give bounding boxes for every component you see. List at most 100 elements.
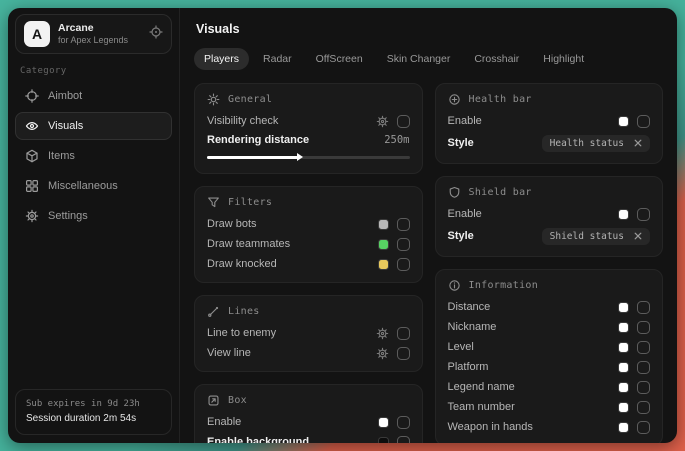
color-swatch[interactable] bbox=[618, 322, 629, 333]
row-label: Enable background bbox=[207, 436, 309, 443]
nickname-checkbox[interactable] bbox=[637, 321, 650, 334]
tab-crosshair[interactable]: Crosshair bbox=[464, 48, 529, 70]
rendering-distance-slider[interactable] bbox=[207, 156, 410, 159]
row-label: Line to enemy bbox=[207, 327, 276, 339]
draw-bots-checkbox[interactable] bbox=[397, 218, 410, 231]
shield-enable-row: Enable bbox=[448, 204, 651, 224]
legend-name-row: Legend name bbox=[448, 377, 651, 397]
tab-offscreen[interactable]: OffScreen bbox=[306, 48, 373, 70]
color-swatch[interactable] bbox=[618, 302, 629, 313]
color-swatch[interactable] bbox=[378, 417, 389, 428]
health-style-row: Style Health status bbox=[448, 131, 651, 155]
color-swatch[interactable] bbox=[618, 382, 629, 393]
sidebar-item-visuals[interactable]: Visuals bbox=[15, 112, 172, 140]
row-label: Enable bbox=[448, 208, 482, 220]
health-enable-row: Enable bbox=[448, 111, 651, 131]
color-swatch[interactable] bbox=[618, 116, 629, 127]
row-label: Draw knocked bbox=[207, 258, 277, 270]
app-subtitle: for Apex Legends bbox=[58, 35, 128, 46]
app-logo: A bbox=[24, 21, 50, 47]
row-label: Enable bbox=[448, 115, 482, 127]
draw-bots-row: Draw bots bbox=[207, 214, 410, 234]
info-icon bbox=[448, 279, 461, 292]
color-swatch[interactable] bbox=[618, 362, 629, 373]
color-swatch[interactable] bbox=[378, 437, 389, 444]
settings-gear-icon[interactable] bbox=[376, 327, 389, 340]
page-title: Visuals bbox=[196, 22, 661, 36]
session-info-box: Sub expires in 9d 23h Session duration 2… bbox=[15, 389, 172, 436]
close-icon[interactable] bbox=[634, 139, 642, 147]
platform-checkbox[interactable] bbox=[637, 361, 650, 374]
shield-style-select[interactable]: Shield status bbox=[542, 228, 650, 245]
color-swatch[interactable] bbox=[618, 209, 629, 220]
section-title: Health bar bbox=[469, 94, 532, 105]
weapon-in-hands-row: Weapon in hands bbox=[448, 417, 651, 437]
row-label: Team number bbox=[448, 401, 515, 413]
draw-knocked-checkbox[interactable] bbox=[397, 258, 410, 271]
tab-players[interactable]: Players bbox=[194, 48, 249, 70]
weapon-in-hands-checkbox[interactable] bbox=[637, 421, 650, 434]
shield-enable-checkbox[interactable] bbox=[637, 208, 650, 221]
shield-style-row: Style Shield status bbox=[448, 224, 651, 248]
settings-gear-icon[interactable] bbox=[376, 347, 389, 360]
sidebar-item-label: Miscellaneous bbox=[48, 180, 118, 192]
team-number-row: Team number bbox=[448, 397, 651, 417]
close-icon[interactable] bbox=[634, 232, 642, 240]
cube-icon bbox=[25, 149, 39, 163]
box-enable-background-checkbox[interactable] bbox=[397, 436, 410, 444]
section-title: General bbox=[228, 94, 272, 105]
shield-icon bbox=[448, 186, 461, 199]
section-title: Filters bbox=[228, 197, 272, 208]
sidebar-item-label: Visuals bbox=[48, 120, 83, 132]
tab-highlight[interactable]: Highlight bbox=[533, 48, 594, 70]
distance-checkbox[interactable] bbox=[637, 301, 650, 314]
color-swatch[interactable] bbox=[618, 402, 629, 413]
sidebar-item-miscellaneous[interactable]: Miscellaneous bbox=[15, 172, 172, 200]
app-logo-card: A Arcane for Apex Legends bbox=[15, 14, 172, 54]
line-to-enemy-row: Line to enemy bbox=[207, 323, 410, 343]
settings-gear-icon[interactable] bbox=[376, 115, 389, 128]
sidebar-item-aimbot[interactable]: Aimbot bbox=[15, 82, 172, 110]
row-label: Visibility check bbox=[207, 115, 278, 127]
section-title: Lines bbox=[228, 306, 260, 317]
row-label: Nickname bbox=[448, 321, 497, 333]
target-icon[interactable] bbox=[149, 25, 163, 44]
color-swatch[interactable] bbox=[378, 219, 389, 230]
line-to-enemy-checkbox[interactable] bbox=[397, 327, 410, 340]
health-style-select[interactable]: Health status bbox=[542, 135, 650, 152]
legend-name-checkbox[interactable] bbox=[637, 381, 650, 394]
view-line-checkbox[interactable] bbox=[397, 347, 410, 360]
sidebar-item-settings[interactable]: Settings bbox=[15, 202, 172, 230]
session-duration-text: Session duration 2m 54s bbox=[26, 411, 161, 426]
funnel-icon bbox=[207, 196, 220, 209]
shield-bar-card: Shield bar Enable Style Shield status bbox=[435, 176, 664, 257]
row-label: Draw teammates bbox=[207, 238, 290, 250]
box-enable-checkbox[interactable] bbox=[397, 416, 410, 429]
draw-teammates-checkbox[interactable] bbox=[397, 238, 410, 251]
sidebar-item-items[interactable]: Items bbox=[15, 142, 172, 170]
color-swatch[interactable] bbox=[378, 259, 389, 270]
level-checkbox[interactable] bbox=[637, 341, 650, 354]
lines-card: Lines Line to enemy View line bbox=[194, 295, 423, 372]
sidebar-item-label: Settings bbox=[48, 210, 88, 222]
sub-expires-text: Sub expires in 9d 23h bbox=[26, 398, 161, 412]
visibility-check-checkbox[interactable] bbox=[397, 115, 410, 128]
health-enable-checkbox[interactable] bbox=[637, 115, 650, 128]
row-label: View line bbox=[207, 347, 251, 359]
draw-knocked-row: Draw knocked bbox=[207, 254, 410, 274]
tab-skin-changer[interactable]: Skin Changer bbox=[377, 48, 461, 70]
section-title: Box bbox=[228, 395, 247, 406]
gear-icon bbox=[25, 209, 39, 223]
team-number-checkbox[interactable] bbox=[637, 401, 650, 414]
tab-radar[interactable]: Radar bbox=[253, 48, 302, 70]
row-label: Style bbox=[448, 137, 474, 149]
row-label: Distance bbox=[448, 301, 491, 313]
row-label: Level bbox=[448, 341, 474, 353]
color-swatch[interactable] bbox=[378, 239, 389, 250]
view-line-row: View line bbox=[207, 343, 410, 363]
app-window: A Arcane for Apex Legends Category Aimbo… bbox=[8, 8, 677, 443]
row-label: Legend name bbox=[448, 381, 515, 393]
row-label: Platform bbox=[448, 361, 489, 373]
color-swatch[interactable] bbox=[618, 342, 629, 353]
color-swatch[interactable] bbox=[618, 422, 629, 433]
